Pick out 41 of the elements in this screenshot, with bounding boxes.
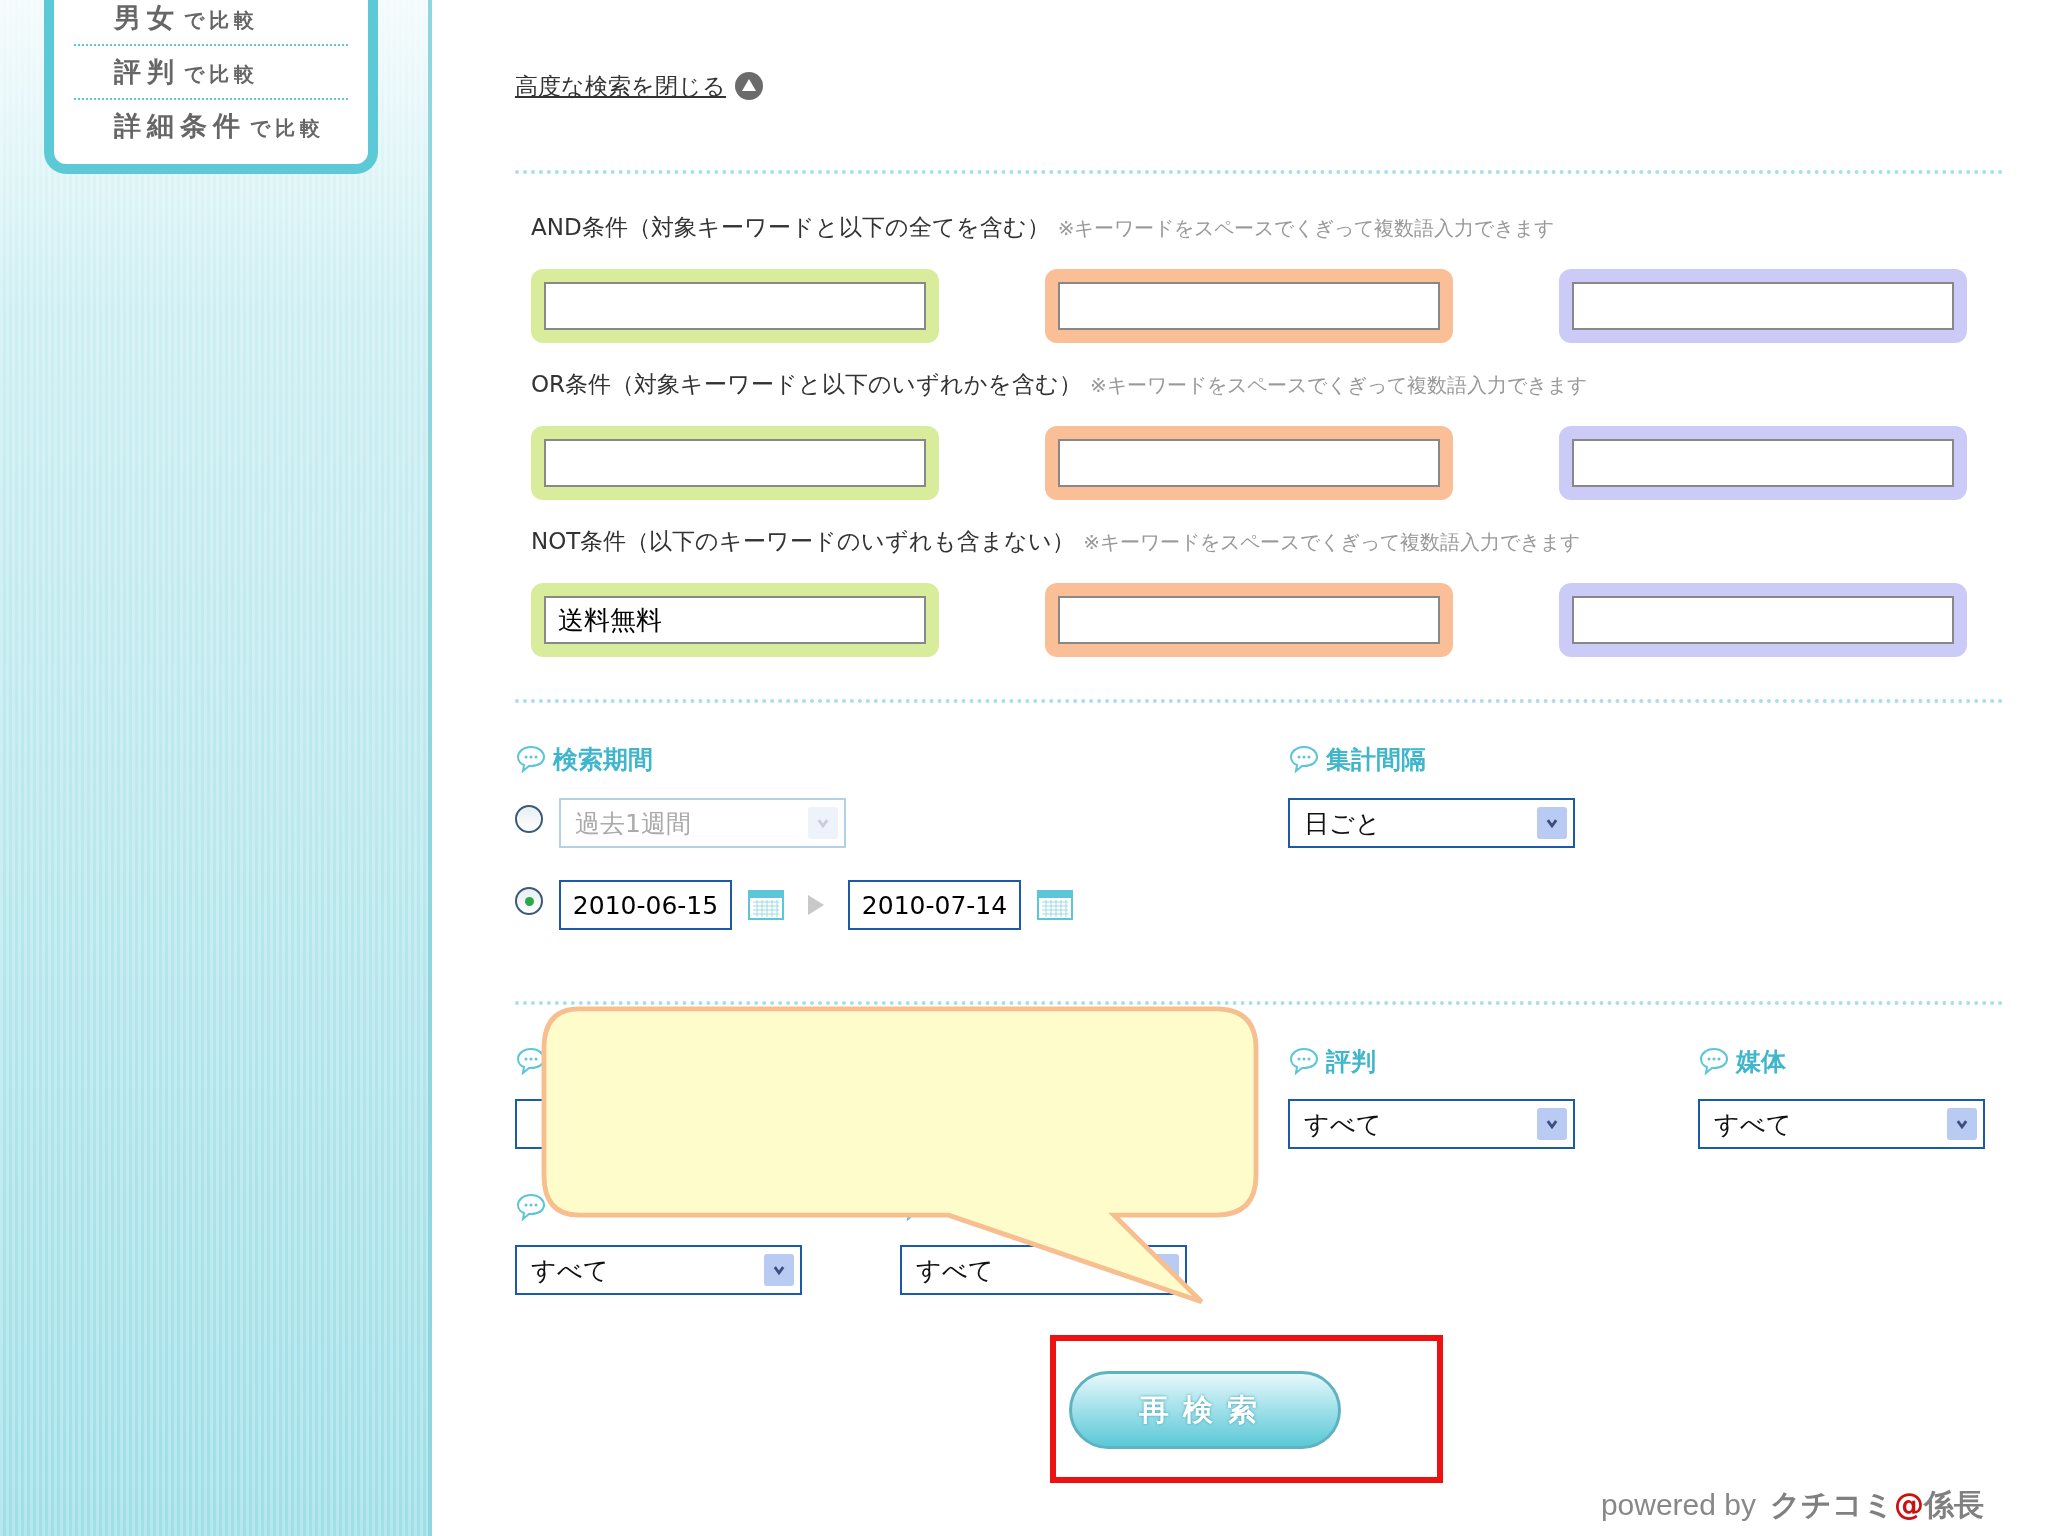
speech-bubble-icon: [1698, 1045, 1730, 1077]
calendar-icon[interactable]: [748, 890, 784, 920]
keyword-field[interactable]: [1045, 269, 1453, 343]
speech-bubble-icon: [515, 743, 547, 775]
filter-select[interactable]: すべて: [1288, 1099, 1575, 1149]
date-field[interactable]: 2010-07-14: [848, 880, 1021, 930]
sidebar-item[interactable]: 詳細条件 で比較: [74, 98, 348, 152]
keyword-field[interactable]: [1045, 583, 1453, 657]
keyword-field[interactable]: [1559, 426, 1967, 500]
date-field[interactable]: 2010-06-15: [559, 880, 732, 930]
powered-by-text: powered by: [1600, 1488, 1756, 1522]
interval-select[interactable]: 日ごと: [1288, 798, 1575, 848]
filter-select[interactable]: すべて: [515, 1245, 802, 1295]
collapse-up-icon[interactable]: [734, 71, 764, 101]
section-heading: 評判: [1326, 1045, 1376, 1078]
brand-logo: クチコミ@係長: [1770, 1486, 1984, 1524]
keyword-field[interactable]: [531, 269, 939, 343]
sidebar-item[interactable]: 評判 で比較: [74, 44, 348, 98]
keyword-field[interactable]: [1559, 583, 1967, 657]
filter-select[interactable]: すべて: [1698, 1099, 1985, 1149]
keyword-field[interactable]: 送料無料: [531, 583, 939, 657]
condition-note: ※キーワードをスペースでくぎって複数語入力できます: [1083, 529, 1581, 556]
keyword-field[interactable]: [1045, 426, 1453, 500]
condition-note: ※キーワードをスペースでくぎって複数語入力できます: [1090, 372, 1587, 399]
sidebar-item[interactable]: 男女 で比較: [74, 0, 348, 44]
condition-note: ※キーワードをスペースでくぎって複数語入力できます: [1057, 215, 1555, 242]
condition-label: OR条件（対象キーワードと以下のいずれかを含む）: [531, 370, 1083, 399]
calendar-icon[interactable]: [1037, 890, 1073, 920]
close-advanced-search-link[interactable]: 高度な検索を閉じる: [515, 70, 726, 102]
radio-button[interactable]: [515, 887, 543, 915]
section-heading: 集計間隔: [1326, 743, 1426, 776]
section-heading: 媒体: [1736, 1045, 1786, 1078]
section-heading: 検索期間: [553, 743, 653, 776]
condition-label: NOT条件（以下のキーワードのいずれも含まない）: [531, 527, 1076, 556]
speech-bubble-icon: [515, 1191, 547, 1223]
keyword-field[interactable]: [1559, 269, 1967, 343]
keyword-field[interactable]: [531, 426, 939, 500]
speech-bubble-icon: [1288, 1045, 1320, 1077]
condition-label: AND条件（対象キーワードと以下の全てを含む）: [531, 213, 1050, 242]
speech-bubble-icon: [1288, 743, 1320, 775]
right-triangle-icon: [806, 893, 826, 917]
